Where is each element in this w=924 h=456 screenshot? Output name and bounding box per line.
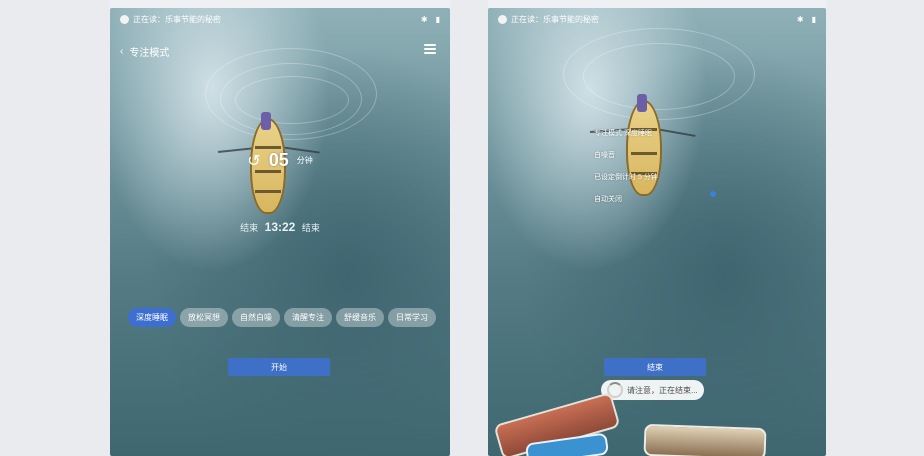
mode-line: 已设定倒计时 5 分钟 xyxy=(594,174,658,181)
chip-relax-meditation[interactable]: 放松冥想 xyxy=(180,308,228,327)
right-focus-screen: 正在读：乐事节能的秘密 ✱ ▮ 专注模式 深度睡眠 白噪音 已设定倒计时 5 分… xyxy=(488,8,826,456)
timer-reset-icon[interactable]: ↺ xyxy=(247,151,260,171)
water-ripple xyxy=(583,43,735,110)
chip-daily-study[interactable]: 日常学习 xyxy=(388,308,436,327)
bluetooth-icon: ✱ xyxy=(420,14,428,24)
middle-gutter xyxy=(450,0,488,456)
toast-text: 请注意，正在结束... xyxy=(627,385,698,395)
mode-line: 专注模式 深度睡眠 xyxy=(594,130,652,137)
right-gutter xyxy=(826,0,924,456)
status-bar: 正在读：乐事节能的秘密 ✱ ▮ xyxy=(120,12,440,26)
toast: 请注意，正在结束... xyxy=(601,380,704,400)
chip-natural-noise[interactable]: 自然白噪 xyxy=(232,308,280,327)
timer-value: 05 xyxy=(268,150,289,170)
timer: ↺ 05 分钟 xyxy=(110,150,450,171)
water-ripple xyxy=(235,76,349,124)
end-time-suffix: 结束 xyxy=(301,223,320,233)
check-icon xyxy=(710,191,716,197)
end-time-clock: 13:22 xyxy=(264,220,296,234)
page-title: 专注模式 xyxy=(129,48,170,59)
start-button[interactable]: 开始 xyxy=(228,358,330,376)
end-button[interactable]: 结束 xyxy=(604,358,706,376)
left-focus-screen: 正在读：乐事节能的秘密 ✱ ▮ ‹ 专注模式 ↺ 05 分钟 结束 13:22 … xyxy=(110,8,450,456)
end-time-prefix: 结束 xyxy=(240,223,259,233)
signal-icon: ▮ xyxy=(435,14,440,24)
avatar-icon xyxy=(498,14,507,24)
scene-chip-row: 深度睡眠 放松冥想 自然白噪 清醒专注 舒缓音乐 日常学习 xyxy=(128,308,436,327)
mode-line: 白噪音 xyxy=(594,152,615,159)
chip-soothing-music[interactable]: 舒缓音乐 xyxy=(336,308,384,327)
mode-line: 自动关闭 xyxy=(594,196,622,203)
chip-awake-focus[interactable]: 清醒专注 xyxy=(284,308,332,327)
left-gutter xyxy=(0,0,110,456)
oar xyxy=(655,128,696,137)
reader-text: 正在读：乐事节能的秘密 xyxy=(511,14,599,24)
rower-figure xyxy=(261,112,271,130)
page-header: ‹ 专注模式 xyxy=(120,44,169,59)
settings-icon[interactable] xyxy=(424,44,436,54)
status-bar: 正在读：乐事节能的秘密 ✱ ▮ xyxy=(498,12,816,26)
moored-boat-image xyxy=(643,423,767,456)
timer-unit: 分钟 xyxy=(296,156,313,165)
status-icons: ✱ ▮ xyxy=(421,15,440,24)
chip-deep-sleep[interactable]: 深度睡眠 xyxy=(128,308,176,327)
bluetooth-icon: ✱ xyxy=(796,14,804,24)
reader-text: 正在读：乐事节能的秘密 xyxy=(133,14,221,24)
rower-figure xyxy=(637,94,647,112)
signal-icon: ▮ xyxy=(811,14,816,24)
avatar-icon xyxy=(120,14,129,24)
status-icons: ✱ ▮ xyxy=(797,15,816,24)
end-time: 结束 13:22 结束 xyxy=(110,220,450,234)
back-chevron-icon[interactable]: ‹ xyxy=(120,46,123,57)
